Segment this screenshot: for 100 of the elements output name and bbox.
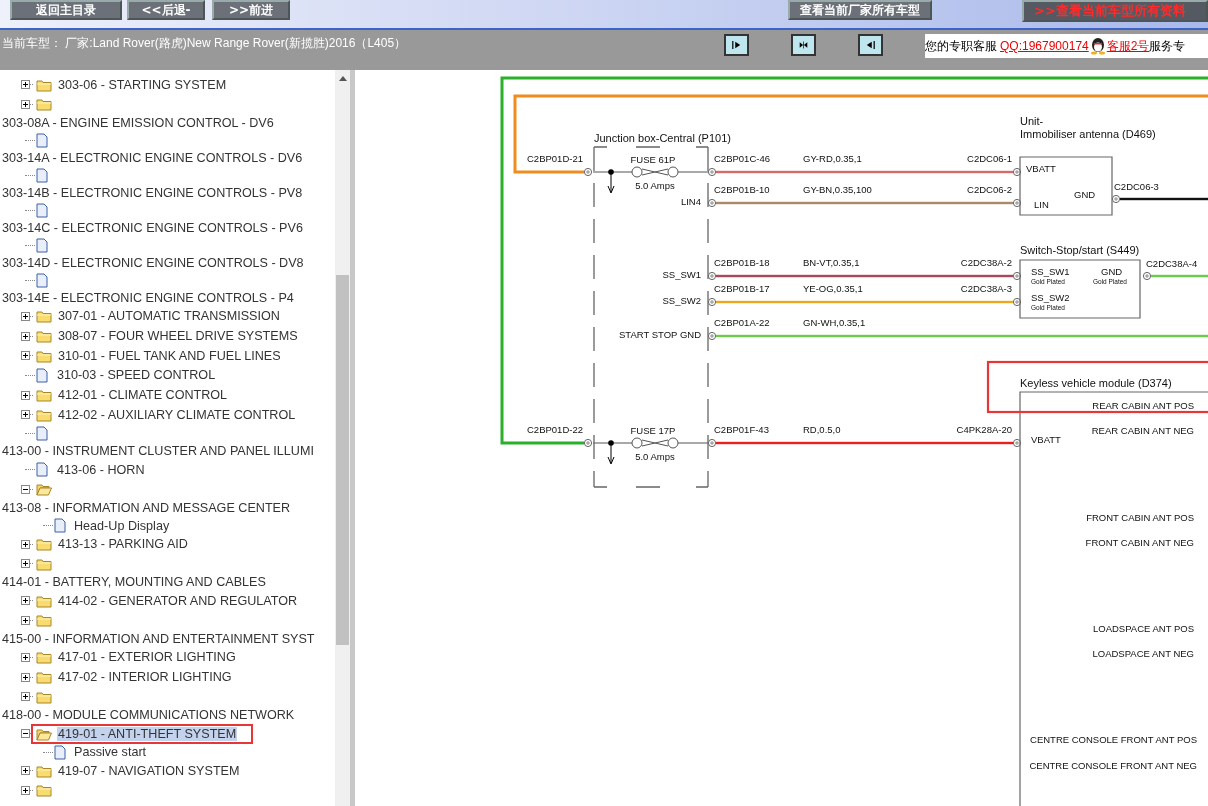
tree-item-label[interactable]: 413-08 - INFORMATION AND MESSAGE CENTER — [2, 501, 291, 515]
support-text: 服务专 — [1149, 37, 1186, 55]
pin-name: LOADSPACE ANT POS — [1092, 623, 1194, 634]
pin-label: SS_SW2 — [662, 295, 701, 306]
pin-label: C4PK28A-20 — [956, 424, 1012, 435]
qq-link[interactable]: QQ:1967900174 — [1000, 39, 1089, 53]
tree-item-label[interactable]: 303-14C - ELECTRONIC ENGINE CONTROLS - PV6 — [2, 220, 303, 235]
fuse-rating: 5.0 Amps — [635, 180, 675, 191]
tree-item-label[interactable]: 417-02 - INTERIOR LIGHTING — [57, 670, 233, 684]
tree-item-label[interactable]: 419-01 - ANTI-THEFT SYSTEM — [57, 726, 238, 741]
pin-label: C2DC06-2 — [967, 184, 1012, 195]
document-icon — [36, 462, 48, 478]
scrollbar[interactable] — [335, 70, 350, 806]
expand-icon[interactable] — [21, 539, 30, 549]
collapse-icon[interactable] — [21, 484, 30, 494]
pin-name: VBATT — [1031, 434, 1061, 445]
scroll-up-icon[interactable] — [338, 76, 347, 81]
fuse-label: FUSE 17P — [630, 425, 676, 436]
tree-item-label[interactable]: 308-07 - FOUR WHEEL DRIVE SYSTEMS — [57, 329, 299, 344]
layout-button[interactable] — [791, 34, 816, 56]
tree-item-label[interactable]: 413-00 - INSTRUMENT CLUSTER AND PANEL ILLUMI — [2, 443, 314, 458]
pin-label: C2BP01A-22 — [714, 317, 770, 328]
pin-label: C2BP01B-10 — [714, 184, 770, 195]
tree-item-label[interactable]: 413-06 - HORN — [56, 462, 146, 477]
tree-item-label[interactable]: 414-01 - BATTERY, MOUNTING AND CABLES — [2, 575, 266, 590]
component-title: Junction box-Central (P101) — [594, 132, 731, 144]
tree-item-label[interactable]: 303-14B - ELECTRONIC ENGINE CONTROLS - PV8 — [2, 185, 303, 200]
tree-item-label[interactable]: 310-01 - FUEL TANK AND FUEL LINES — [57, 348, 282, 363]
pin-name: LIN — [1034, 199, 1049, 210]
wire-spec: YE-OG,0.35,1 — [803, 283, 863, 294]
tree-item-label[interactable]: 415-00 - INFORMATION AND ENTERTAINMENT SYST — [2, 631, 315, 646]
folder-icon — [36, 556, 52, 571]
pin-label: C2BP01D-21 — [527, 153, 583, 164]
folder-icon — [36, 689, 52, 704]
expand-icon[interactable] — [21, 766, 30, 776]
layout-button[interactable] — [724, 34, 749, 56]
document-icon — [36, 167, 48, 183]
pin-name: VBATT — [1026, 163, 1056, 174]
pin-label: C2BP01C-46 — [714, 153, 770, 164]
tree-item-label[interactable]: 412-02 - AUXILIARY CLIMATE CONTROL — [57, 407, 297, 422]
tree-item-label[interactable]: 303-14E - ELECTRONIC ENGINE CONTROLS - P4 — [2, 290, 294, 305]
tree-item-label[interactable]: 419-07 - NAVIGATION SYSTEM — [57, 763, 241, 778]
pin-name: REAR CABIN ANT NEG — [1091, 425, 1194, 436]
expand-icon[interactable] — [21, 331, 30, 341]
pin-label: C2DC38A-2 — [960, 257, 1012, 268]
connector-pin-icon — [1012, 297, 1022, 307]
expand-icon[interactable] — [21, 652, 30, 662]
nav-button[interactable]: 查看当前厂家所有车型 — [788, 0, 932, 20]
tree-item-label[interactable]: 307-01 - AUTOMATIC TRANSMISSION — [57, 309, 281, 324]
tree-item-label[interactable]: 413-13 - PARKING AID — [57, 537, 189, 552]
expand-icon[interactable] — [21, 80, 30, 90]
expand-icon[interactable] — [21, 596, 30, 606]
pin-label: C2BP01B-18 — [714, 257, 770, 268]
nav-button[interactable]: >>前进 — [212, 0, 290, 20]
agent-link[interactable]: 客服2号 — [1106, 37, 1150, 55]
document-icon — [36, 132, 48, 148]
expand-icon[interactable] — [21, 312, 30, 321]
collapse-icon[interactable] — [21, 729, 30, 739]
pin-label: C2DC38A-4 — [1146, 258, 1198, 269]
folder-icon — [36, 650, 52, 665]
folder-icon — [36, 593, 52, 608]
connector-pin-icon — [1012, 271, 1022, 281]
folder-icon — [36, 482, 52, 497]
expand-icon[interactable] — [21, 559, 30, 569]
folder-icon — [36, 348, 52, 363]
expand-icon[interactable] — [21, 692, 30, 702]
tree-item-label[interactable]: 303-08A - ENGINE EMISSION CONTROL - DV6 — [2, 115, 274, 130]
expand-icon[interactable] — [21, 351, 30, 361]
expand-icon[interactable] — [21, 410, 30, 420]
tree-item-label[interactable]: 418-00 - MODULE COMMUNICATIONS NETWORK — [2, 708, 295, 723]
tree-item-label[interactable]: 414-02 - GENERATOR AND REGULATOR — [57, 593, 299, 608]
ground-arrow-icon — [607, 169, 615, 194]
pin-label: C2DC38A-3 — [960, 283, 1012, 294]
tree-item-label[interactable]: 303-14D - ELECTRONIC ENGINE CONTROLS - DV8 — [2, 255, 304, 270]
nav-button[interactable]: <<后退- — [127, 0, 205, 20]
scrollbar-thumb[interactable] — [336, 275, 349, 645]
tree-item-label[interactable]: Passive start — [73, 745, 148, 760]
pin-label: START STOP GND — [619, 329, 701, 340]
document-icon — [36, 367, 48, 383]
expand-icon[interactable] — [21, 785, 30, 795]
document-icon — [36, 237, 48, 253]
tree-item-label[interactable]: 303-14A - ELECTRONIC ENGINE CONTROLS - DV6 — [2, 150, 303, 165]
tree-item-label[interactable]: 303-06 - STARTING SYSTEM — [57, 77, 228, 92]
tree-item-label[interactable]: 310-03 - SPEED CONTROL — [56, 368, 217, 383]
expand-icon[interactable] — [21, 99, 30, 109]
tree-item-label[interactable]: 417-01 - EXTERIOR LIGHTING — [57, 650, 237, 665]
penguin-icon — [1088, 37, 1107, 55]
junction-line — [678, 171, 708, 173]
layout-button[interactable] — [858, 34, 883, 56]
pin-label: C2DC06-3 — [1114, 181, 1159, 192]
expand-icon[interactable] — [21, 615, 30, 625]
nav-button[interactable]: 返回主目录 — [10, 0, 122, 20]
connector-pin-icon — [1111, 194, 1121, 204]
folder-icon — [36, 763, 52, 778]
document-icon — [54, 744, 66, 760]
expand-icon[interactable] — [21, 672, 30, 682]
expand-icon[interactable] — [21, 390, 30, 400]
folder-icon — [36, 309, 52, 324]
tree-item-label[interactable]: 412-01 - CLIMATE CONTROL — [57, 388, 229, 403]
tree-item-label[interactable]: Head-Up Display — [73, 518, 171, 533]
